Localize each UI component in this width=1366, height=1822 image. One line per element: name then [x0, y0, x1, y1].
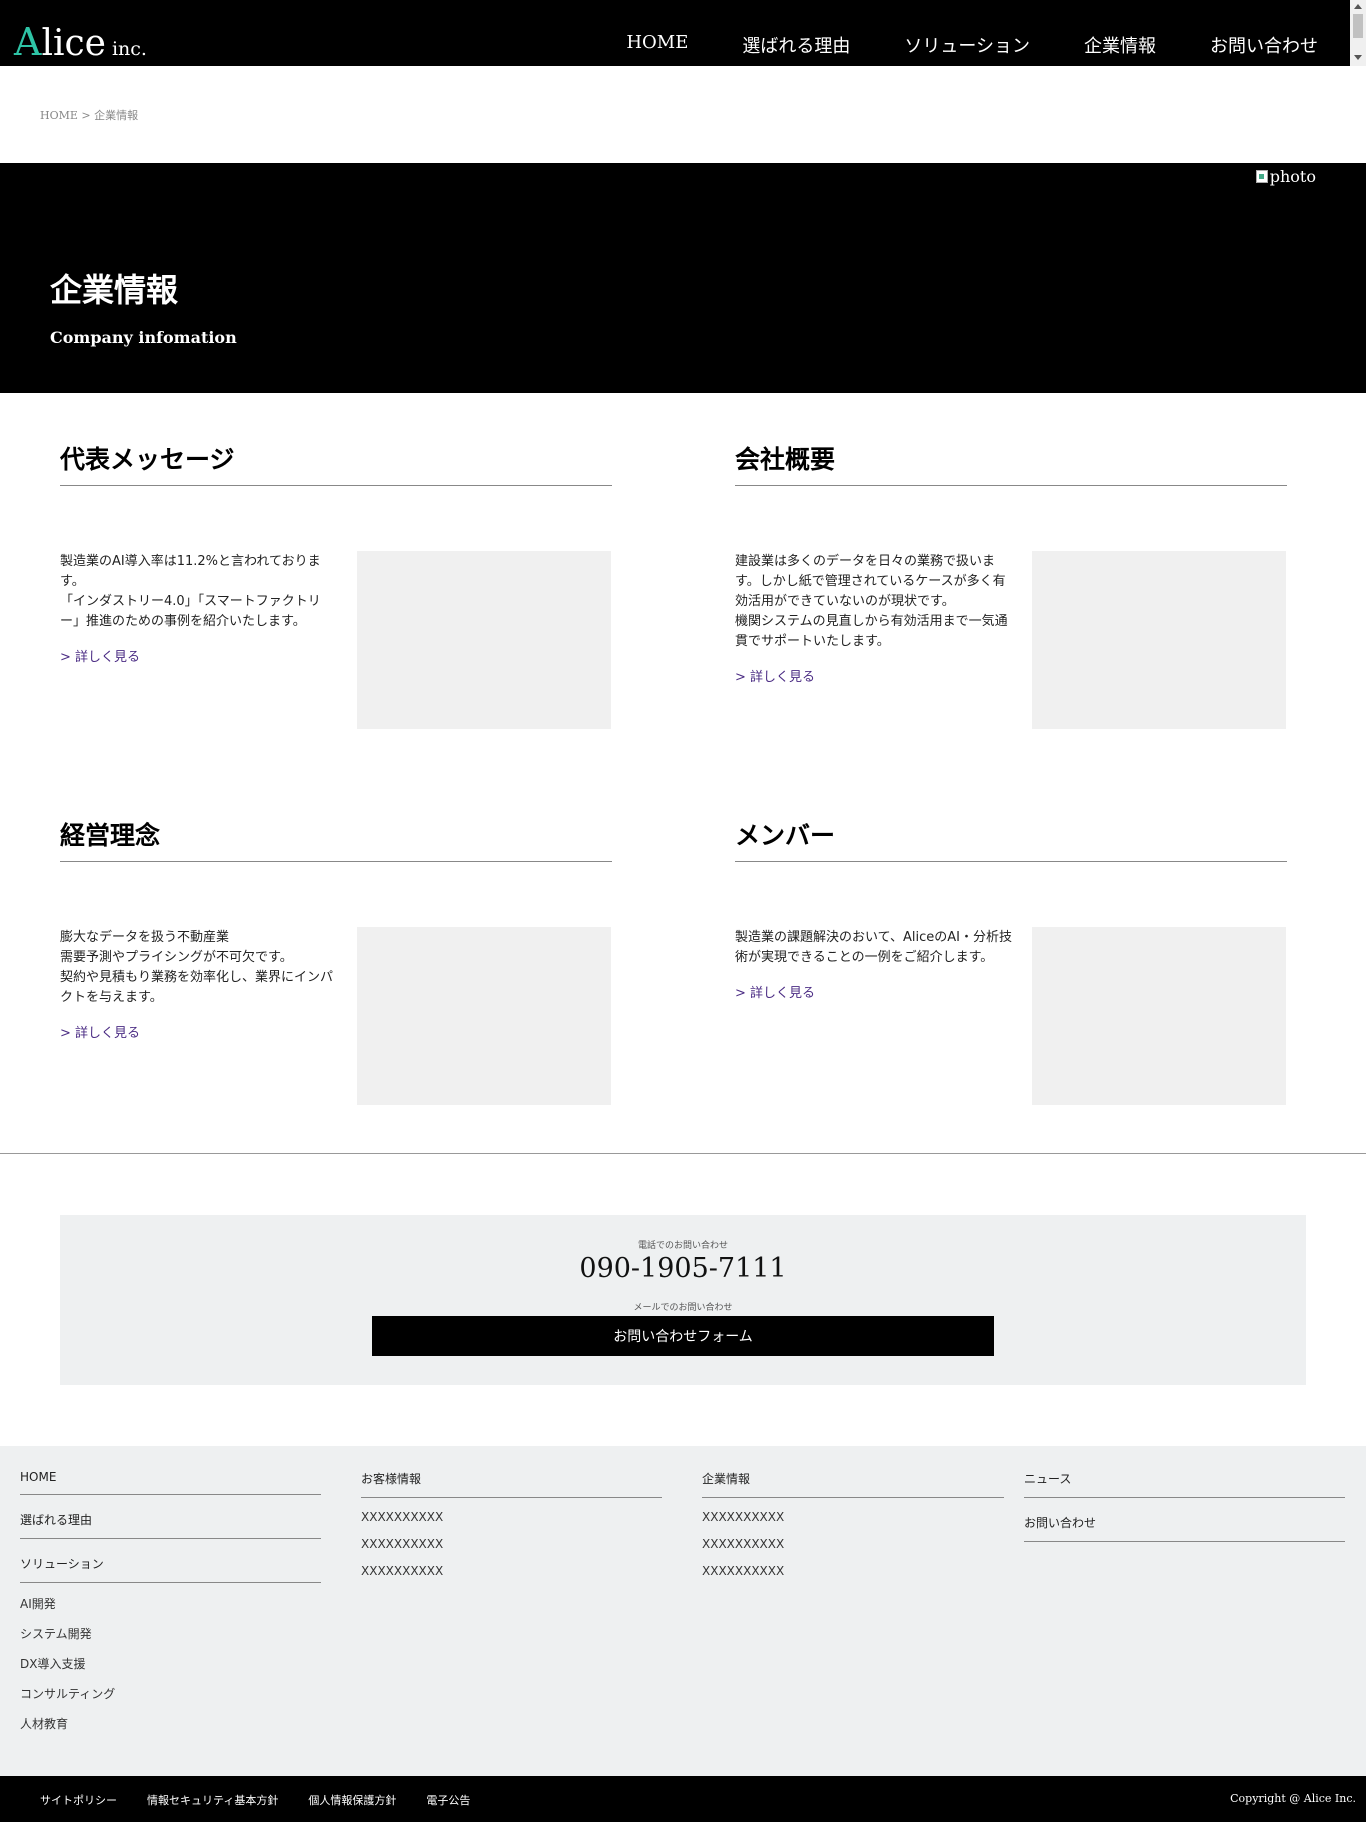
hero-photo-alt: photo — [1269, 167, 1316, 186]
site-logo[interactable]: Alice inc. — [14, 20, 147, 64]
section-image — [357, 927, 611, 1105]
page-subtitle: Company infomation — [50, 328, 237, 347]
scroll-up-icon[interactable] — [1354, 4, 1362, 9]
footer-link-contact[interactable]: お問い合わせ — [1024, 1514, 1345, 1542]
page-title: 企業情報 — [50, 271, 179, 309]
section-title: メンバー — [735, 821, 836, 850]
read-more-link[interactable]: > 詳しく見る — [735, 984, 1015, 1004]
footer-link-dx[interactable]: DX導入支援 — [20, 1655, 321, 1672]
site-policy-link[interactable]: サイトポリシー — [40, 1792, 117, 1808]
footer-link[interactable]: XXXXXXXXXX — [702, 1510, 1004, 1524]
section-title: 経営理念 — [60, 821, 161, 850]
footer-link-home[interactable]: HOME — [20, 1470, 321, 1495]
section-philosophy: 経営理念 膨大なデータを扱う不動産業 需要予測やプライシングが不可欠です。 契約… — [60, 816, 612, 1106]
footer-link-consulting[interactable]: コンサルティング — [20, 1685, 321, 1702]
footer-link-training[interactable]: 人材教育 — [20, 1715, 321, 1732]
section-image — [1032, 551, 1286, 729]
section-image — [357, 551, 611, 729]
scroll-down-icon[interactable] — [1354, 55, 1362, 60]
section-text-line: 製造業のAI導入率は11.2%と言われております。 — [60, 554, 321, 589]
site-header: Alice inc. HOME 選ばれる理由 ソリューション 企業情報 お問い合わ… — [0, 0, 1350, 66]
section-title: 会社概要 — [735, 445, 836, 474]
section-divider — [735, 861, 1287, 862]
breadcrumb[interactable]: HOME > 企業情報 — [40, 107, 138, 123]
phone-label: 電話でのお問い合わせ — [637, 1241, 728, 1251]
security-policy-link[interactable]: 情報セキュリティ基本方針 — [147, 1792, 278, 1808]
footer-head-customer[interactable]: お客様情報 — [361, 1470, 662, 1498]
section-image — [1032, 927, 1286, 1105]
section-divider — [735, 485, 1287, 486]
nav-company[interactable]: 企業情報 — [1084, 32, 1156, 58]
footer-link-solutions[interactable]: ソリューション — [20, 1555, 321, 1583]
logo-initial: A — [14, 20, 42, 64]
page-scrollbar[interactable] — [1350, 0, 1366, 66]
section-text-line: 需要予測やプライシングが不可欠です。 — [60, 950, 293, 965]
logo-suffix: inc. — [111, 38, 147, 60]
footer-link[interactable]: XXXXXXXXXX — [361, 1564, 662, 1578]
nav-home[interactable]: HOME — [626, 32, 688, 58]
read-more-link[interactable]: > 詳しく見る — [735, 668, 1015, 688]
broken-image-icon — [1255, 170, 1268, 183]
footer-head-company[interactable]: 企業情報 — [702, 1470, 1004, 1498]
section-overview: 会社概要 建設業は多くのデータを日々の業務で扱います。しかし紙で管理されているケ… — [735, 440, 1287, 730]
footer-link[interactable]: XXXXXXXXXX — [361, 1537, 662, 1551]
phone-number[interactable]: 090-1905-7111 — [60, 1253, 1306, 1284]
copyright: Copyright @ Alice Inc. — [1230, 1792, 1356, 1805]
section-divider — [60, 861, 612, 862]
hero-banner: photo 企業情報 Company infomation — [0, 163, 1366, 393]
contact-form-button[interactable]: お問い合わせフォーム — [372, 1316, 994, 1356]
contact-box: 電話でのお問い合わせ 090-1905-7111 メールでのお問い合わせ お問い… — [60, 1215, 1306, 1385]
footer-link-system[interactable]: システム開発 — [20, 1625, 321, 1642]
section-text-line: 建設業は多くのデータを日々の業務で扱います。しかし紙で管理されているケースが多く… — [735, 554, 1006, 609]
section-text-line: 膨大なデータを扱う不動産業 — [60, 930, 230, 945]
logo-text: lice — [41, 23, 106, 64]
section-text: 膨大なデータを扱う不動産業 需要予測やプライシングが不可欠です。 契約や見積もり… — [60, 928, 340, 1044]
section-text-line: 契約や見積もり業務を効率化し、業界にインパクトを与えます。 — [60, 970, 334, 1005]
section-title: 代表メッセージ — [60, 445, 235, 474]
hero-photo: photo — [1255, 167, 1316, 186]
section-text-line: 「インダストリー4.0」「スマートファクトリー」推進のための事例を紹介いたします… — [60, 594, 321, 629]
footer-col-2: お客様情報 XXXXXXXXXX XXXXXXXXXX XXXXXXXXXX — [361, 1470, 662, 1591]
footer-col-1: HOME 選ばれる理由 ソリューション AI開発 システム開発 DX導入支援 コ… — [20, 1470, 321, 1745]
footer-link-reasons[interactable]: 選ばれる理由 — [20, 1511, 321, 1539]
read-more-link[interactable]: > 詳しく見る — [60, 1024, 340, 1044]
section-text: 製造業の課題解決のおいて、AliceのAI・分析技術が実現できることの一例をご紹… — [735, 928, 1015, 1004]
read-more-link[interactable]: > 詳しく見る — [60, 648, 340, 668]
mail-label: メールでのお問い合わせ — [633, 1303, 733, 1313]
footer-bottom-bar: サイトポリシー 情報セキュリティ基本方針 個人情報保護方針 電子公告 Copyr… — [0, 1776, 1366, 1822]
main-nav: HOME 選ばれる理由 ソリューション 企業情報 お問い合わせ — [572, 32, 1318, 58]
public-notice-link[interactable]: 電子公告 — [426, 1792, 470, 1808]
nav-reasons[interactable]: 選ばれる理由 — [742, 32, 850, 58]
privacy-policy-link[interactable]: 個人情報保護方針 — [308, 1792, 396, 1808]
footer-link[interactable]: XXXXXXXXXX — [702, 1537, 1004, 1551]
footer-col-4: ニュース お問い合わせ — [1024, 1470, 1345, 1558]
nav-solutions[interactable]: ソリューション — [904, 32, 1030, 58]
footer-col-3: 企業情報 XXXXXXXXXX XXXXXXXXXX XXXXXXXXXX — [702, 1470, 1004, 1591]
footer-link[interactable]: XXXXXXXXXX — [702, 1564, 1004, 1578]
section-divider — [60, 485, 612, 486]
footer-link[interactable]: XXXXXXXXXX — [361, 1510, 662, 1524]
section-message: 代表メッセージ 製造業のAI導入率は11.2%と言われております。 「インダスト… — [60, 440, 612, 730]
footer-link-ai[interactable]: AI開発 — [20, 1595, 321, 1612]
nav-contact[interactable]: お問い合わせ — [1210, 32, 1318, 58]
section-text-line: 機関システムの見直しから有効活用まで一気通貫でサポートいたします。 — [735, 614, 1008, 649]
footer-link-news[interactable]: ニュース — [1024, 1470, 1345, 1498]
scroll-thumb[interactable] — [1353, 14, 1363, 38]
content-divider — [0, 1153, 1366, 1154]
section-text-line: 製造業の課題解決のおいて、AliceのAI・分析技術が実現できることの一例をご紹… — [735, 930, 1012, 965]
section-members: メンバー 製造業の課題解決のおいて、AliceのAI・分析技術が実現できることの… — [735, 816, 1287, 1106]
section-text: 製造業のAI導入率は11.2%と言われております。 「インダストリー4.0」「ス… — [60, 552, 340, 668]
site-footer: HOME 選ばれる理由 ソリューション AI開発 システム開発 DX導入支援 コ… — [0, 1446, 1366, 1776]
section-text: 建設業は多くのデータを日々の業務で扱います。しかし紙で管理されているケースが多く… — [735, 552, 1015, 688]
policy-links: サイトポリシー 情報セキュリティ基本方針 個人情報保護方針 電子公告 — [40, 1792, 500, 1808]
